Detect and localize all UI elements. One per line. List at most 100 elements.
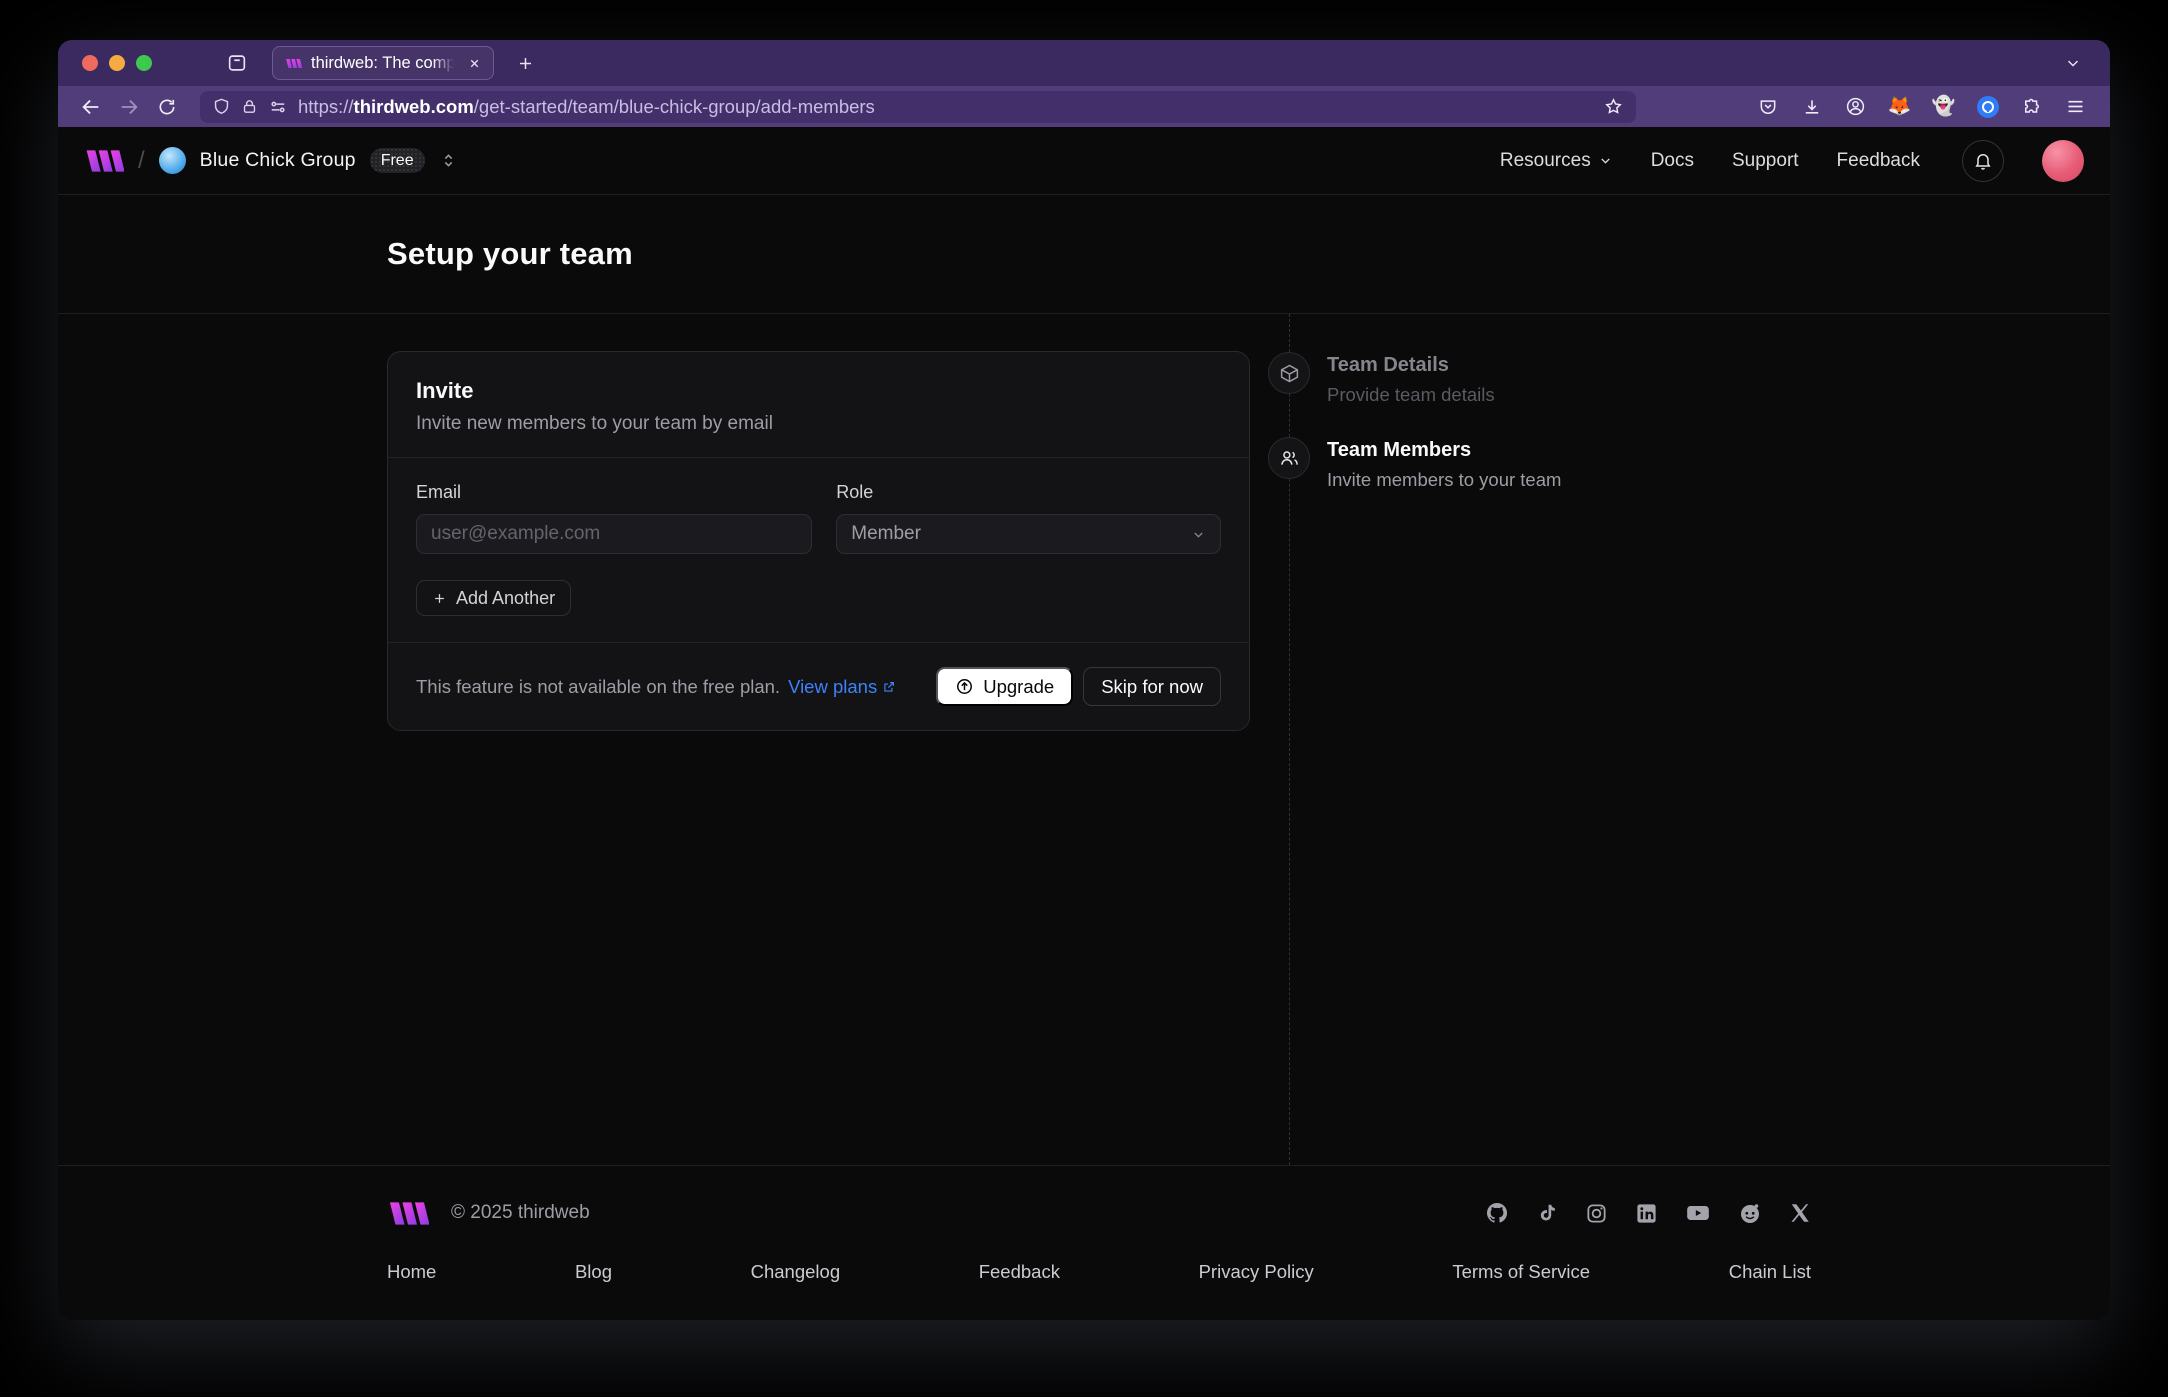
footer-link-terms-of-service[interactable]: Terms of Service	[1452, 1261, 1590, 1283]
url-text[interactable]: https://thirdweb.com/get-started/team/bl…	[298, 96, 1596, 118]
reddit-icon[interactable]	[1738, 1201, 1762, 1225]
onboarding-stepper: Team Details Provide team details Team M…	[1268, 352, 1561, 491]
role-selected-value: Member	[851, 523, 921, 544]
window-controls	[82, 55, 152, 71]
email-field[interactable]	[416, 514, 813, 554]
x-icon[interactable]	[1789, 1202, 1811, 1224]
tab-list-button[interactable]	[2056, 46, 2090, 80]
youtube-icon[interactable]	[1685, 1200, 1711, 1226]
tiktok-icon[interactable]	[1536, 1202, 1558, 1224]
browser-tab[interactable]: thirdweb: The complete web3 d	[272, 46, 494, 80]
site-footer: © 2025 thirdweb Home Blog Changelog Feed…	[58, 1165, 2110, 1320]
nav-resources-label: Resources	[1499, 149, 1591, 171]
nav-resources[interactable]: Resources	[1500, 150, 1613, 172]
view-plans-link[interactable]: View plans	[788, 676, 896, 698]
tab-title: thirdweb: The complete web3 d	[311, 53, 454, 72]
page-title-section: Setup your team	[58, 194, 2110, 314]
github-icon[interactable]	[1485, 1201, 1509, 1225]
tab-favicon-thirdweb	[285, 58, 302, 69]
nav-support[interactable]: Support	[1732, 150, 1799, 172]
zoom-button[interactable]	[136, 55, 152, 71]
upgrade-button[interactable]: Upgrade	[936, 667, 1074, 706]
nav-docs[interactable]: Docs	[1651, 150, 1694, 172]
thirdweb-footer-logo[interactable]	[387, 1201, 429, 1226]
plan-badge: Free	[369, 148, 425, 173]
minimize-button[interactable]	[109, 55, 125, 71]
upgrade-arrow-icon	[955, 677, 974, 696]
extensions-button[interactable]	[2013, 92, 2050, 122]
reload-button[interactable]	[150, 92, 184, 122]
bell-icon	[1973, 151, 1993, 171]
step-description: Invite members to your team	[1327, 469, 1562, 490]
skip-for-now-button[interactable]: Skip for now	[1083, 667, 1221, 706]
invite-card-title: Invite	[416, 378, 474, 403]
url-path: /get-started/team/blue-chick-group/add-m…	[473, 95, 875, 117]
step-team-details: Team Details Provide team details	[1268, 352, 1561, 406]
footer-link-blog[interactable]: Blog	[575, 1261, 612, 1283]
password-manager-icon	[1976, 95, 1999, 118]
browser-window: thirdweb: The complete web3 d	[58, 40, 2110, 1320]
footer-link-chain-list[interactable]: Chain List	[1729, 1261, 1811, 1283]
toolbar-extensions-area: 🦊 👻	[1749, 92, 2094, 122]
invite-card-subtitle: Invite new members to your team by email	[416, 413, 773, 434]
metamask-icon: 🦊	[1887, 96, 1912, 117]
plus-icon	[432, 591, 447, 606]
team-avatar	[158, 147, 186, 174]
menu-button[interactable]	[2057, 92, 2094, 122]
download-button[interactable]	[1793, 92, 1830, 122]
permissions-icon[interactable]	[268, 97, 288, 117]
pocket-button[interactable]	[1749, 92, 1786, 122]
password-manager-button[interactable]	[1969, 92, 2006, 122]
tab-close-button[interactable]	[463, 52, 485, 74]
phantom-extension-button[interactable]: 👻	[1925, 92, 1962, 122]
add-another-button[interactable]: Add Another	[416, 580, 572, 616]
notifications-button[interactable]	[1962, 139, 2004, 182]
main-content: Invite Invite new members to your team b…	[58, 314, 2110, 1165]
team-name[interactable]: Blue Chick Group	[200, 149, 356, 172]
nav-feedback[interactable]: Feedback	[1837, 150, 1920, 172]
url-prefix: https://	[298, 95, 354, 117]
step-team-members: Team Members Invite members to your team	[1268, 437, 1561, 491]
site-header: / Blue Chick Group Free Resources Docs S…	[58, 127, 2110, 194]
footer-link-home[interactable]: Home	[387, 1261, 436, 1283]
lock-icon[interactable]	[241, 98, 258, 115]
footer-link-feedback[interactable]: Feedback	[979, 1261, 1060, 1283]
copyright-text: © 2025 thirdweb	[451, 1202, 590, 1223]
footer-links: Home Blog Changelog Feedback Privacy Pol…	[387, 1261, 1811, 1283]
tracking-shield-icon[interactable]	[212, 97, 231, 116]
external-link-icon	[882, 680, 896, 694]
role-label: Role	[836, 482, 874, 502]
close-button[interactable]	[82, 55, 98, 71]
email-label: Email	[416, 482, 462, 502]
chevron-down-icon	[1191, 527, 1206, 542]
back-button[interactable]	[74, 92, 108, 122]
url-domain: thirdweb.com	[353, 95, 474, 117]
team-switcher-button[interactable]	[439, 151, 458, 170]
new-tab-button[interactable]	[508, 46, 542, 80]
user-avatar[interactable]	[2042, 139, 2084, 182]
thirdweb-logo[interactable]	[84, 149, 124, 173]
free-plan-note: This feature is not available on the fre…	[416, 675, 781, 697]
instagram-icon[interactable]	[1585, 1202, 1608, 1225]
add-another-label: Add Another	[456, 587, 556, 608]
tab-overview-icon	[226, 52, 248, 74]
cube-icon	[1268, 352, 1310, 394]
footer-link-privacy-policy[interactable]: Privacy Policy	[1199, 1261, 1314, 1283]
account-button[interactable]	[1837, 92, 1874, 122]
forward-button[interactable]	[112, 92, 146, 122]
invite-card: Invite Invite new members to your team b…	[387, 351, 1250, 731]
breadcrumb-separator: /	[138, 146, 145, 174]
chevron-down-icon	[1598, 153, 1613, 168]
view-plans-label: View plans	[788, 675, 878, 697]
metamask-extension-button[interactable]: 🦊	[1881, 92, 1918, 122]
url-bar[interactable]: https://thirdweb.com/get-started/team/bl…	[200, 90, 1636, 123]
role-select[interactable]: Member	[836, 514, 1221, 554]
linkedin-icon[interactable]	[1635, 1202, 1658, 1225]
team-icon	[1268, 437, 1310, 479]
page-title: Setup your team	[387, 236, 633, 271]
upgrade-label: Upgrade	[983, 675, 1055, 697]
tab-overview-button[interactable]	[220, 46, 254, 80]
step-description: Provide team details	[1327, 384, 1495, 405]
bookmark-star-button[interactable]	[1596, 92, 1630, 122]
footer-link-changelog[interactable]: Changelog	[751, 1261, 841, 1283]
